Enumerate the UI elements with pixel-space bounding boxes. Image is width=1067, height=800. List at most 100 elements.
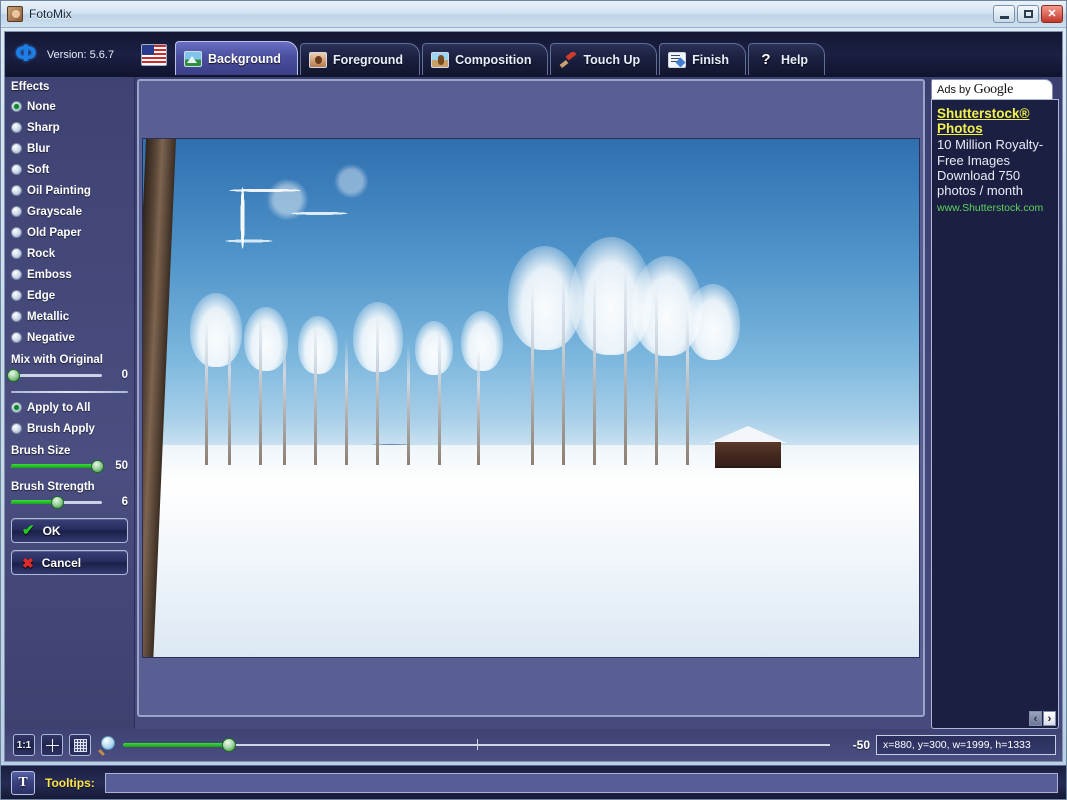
maximize-icon	[1023, 10, 1033, 18]
effect-option-old-paper[interactable]: Old Paper	[11, 222, 128, 243]
brush-size-slider[interactable]	[11, 458, 104, 474]
effect-label: None	[27, 100, 56, 113]
application-body: Ф Version: 5.6.7 Background Foreground C…	[4, 31, 1063, 762]
close-button[interactable]: ✕	[1041, 5, 1063, 23]
tab-background[interactable]: Background	[175, 41, 298, 75]
effect-label: Emboss	[27, 268, 72, 281]
tab-composition[interactable]: Composition	[422, 43, 549, 75]
zoom-slider[interactable]	[123, 736, 830, 754]
composition-icon	[431, 51, 450, 68]
radio-icon	[11, 143, 22, 154]
x-icon: ✖	[22, 554, 34, 571]
effect-option-oil-painting[interactable]: Oil Painting	[11, 180, 128, 201]
tab-finish-label: Finish	[692, 52, 729, 67]
maximize-button[interactable]	[1017, 5, 1039, 23]
effect-label: Sharp	[27, 121, 60, 134]
tab-foreground-label: Foreground	[332, 52, 404, 67]
ok-button[interactable]: ✔ OK	[11, 518, 128, 543]
effect-option-sharp[interactable]: Sharp	[11, 117, 128, 138]
tab-touch-up[interactable]: Touch Up	[550, 43, 658, 75]
slider-thumb[interactable]	[90, 459, 104, 473]
ad-content: Shutterstock® Photos 10 Million Royalty-…	[931, 99, 1059, 729]
effect-option-emboss[interactable]: Emboss	[11, 264, 128, 285]
photo-winter-landscape	[142, 138, 920, 658]
radio-icon	[11, 332, 22, 343]
zoom-1-to-1-button[interactable]: 1:1	[13, 734, 35, 756]
brush-strength-row: 6	[11, 493, 128, 511]
effect-option-negative[interactable]: Negative	[11, 327, 128, 348]
radio-icon	[11, 206, 22, 217]
grid-button[interactable]	[69, 734, 91, 756]
radio-icon	[11, 290, 22, 301]
app-photo-icon	[7, 6, 23, 22]
mix-with-original-label: Mix with Original	[11, 354, 104, 366]
magnifier-icon[interactable]	[97, 735, 117, 755]
zoom-slider-thumb[interactable]	[222, 738, 237, 752]
window-controls: ✕	[993, 5, 1063, 23]
title-bar: FotoMix ✕	[1, 1, 1066, 28]
toolbar-tabs: Ф Version: 5.6.7 Background Foreground C…	[5, 32, 1062, 77]
zoom-value-label: -50	[852, 738, 870, 752]
tab-background-label: Background	[208, 51, 281, 66]
brush-size-value: 50	[115, 460, 128, 472]
tab-composition-label: Composition	[455, 52, 532, 67]
effect-option-soft[interactable]: Soft	[11, 159, 128, 180]
ad-url[interactable]: www.Shutterstock.com	[937, 202, 1054, 214]
cancel-button[interactable]: ✖ Cancel	[11, 550, 128, 575]
radio-icon	[11, 101, 22, 112]
radio-icon	[11, 248, 22, 259]
mix-with-original-row: 0	[6, 366, 128, 384]
apply-mode-brush-apply[interactable]: Brush Apply	[11, 418, 128, 439]
fit-icon	[45, 738, 59, 752]
window-title: FotoMix	[29, 7, 72, 21]
tab-bar: Background Foreground Composition Touch …	[175, 32, 826, 77]
apply-mode-apply-to-all[interactable]: Apply to All	[11, 397, 128, 418]
brush-strength-slider[interactable]	[11, 494, 102, 510]
ad-description: 10 Million Royalty-Free Images Download …	[937, 137, 1044, 199]
effect-option-rock[interactable]: Rock	[11, 243, 128, 264]
tooltip-toggle-button[interactable]: T	[11, 770, 35, 795]
effect-option-none[interactable]: None	[11, 96, 128, 117]
radio-icon	[11, 164, 22, 175]
zoom-center-tick	[476, 739, 478, 750]
radio-icon	[11, 269, 22, 280]
effect-option-blur[interactable]: Blur	[11, 138, 128, 159]
radio-icon	[11, 402, 22, 413]
google-wordmark: Google	[973, 81, 1014, 97]
effect-label: Grayscale	[27, 205, 82, 218]
ad-prev-button[interactable]: ‹	[1029, 711, 1042, 726]
close-icon: ✕	[1047, 7, 1057, 20]
brand-area: Ф Version: 5.6.7	[9, 43, 139, 66]
effect-label: Soft	[27, 163, 50, 176]
brush-size-row: 50	[11, 457, 128, 475]
image-canvas[interactable]	[137, 79, 925, 717]
main-area: Effects None Sharp Blur Soft Oil Paintin…	[5, 77, 1062, 729]
ad-title-link[interactable]: Shutterstock® Photos	[937, 106, 1054, 136]
foreground-branches	[153, 149, 473, 380]
document-icon	[668, 51, 687, 68]
ads-by-google-header: Ads by Google	[931, 79, 1053, 99]
ad-next-button[interactable]: ›	[1043, 711, 1056, 726]
fit-to-window-button[interactable]	[41, 734, 63, 756]
brush-strength-value: 6	[121, 496, 128, 508]
snow-shadows	[143, 460, 919, 657]
effect-option-grayscale[interactable]: Grayscale	[11, 201, 128, 222]
tab-foreground[interactable]: Foreground	[299, 43, 421, 75]
landscape-icon	[184, 50, 202, 67]
apply-mode-label: Brush Apply	[27, 422, 95, 435]
effect-option-metallic[interactable]: Metallic	[11, 306, 128, 327]
coordinates-readout: x=880, y=300, w=1999, h=1333	[876, 735, 1056, 755]
minimize-button[interactable]	[993, 5, 1015, 23]
slider-thumb[interactable]	[50, 495, 64, 509]
us-flag-icon[interactable]	[141, 43, 167, 66]
effect-label: Oil Painting	[27, 184, 91, 197]
ad-navigation: ‹ ›	[1029, 711, 1056, 726]
tab-help[interactable]: ? Help	[747, 43, 826, 75]
cancel-button-label: Cancel	[41, 555, 82, 570]
effect-option-edge[interactable]: Edge	[11, 285, 128, 306]
tab-finish[interactable]: Finish	[659, 43, 746, 75]
brush-icon	[559, 52, 577, 68]
mix-with-original-slider[interactable]	[6, 367, 102, 383]
slider-thumb[interactable]	[6, 368, 20, 382]
status-bar: T Tooltips:	[1, 765, 1066, 799]
